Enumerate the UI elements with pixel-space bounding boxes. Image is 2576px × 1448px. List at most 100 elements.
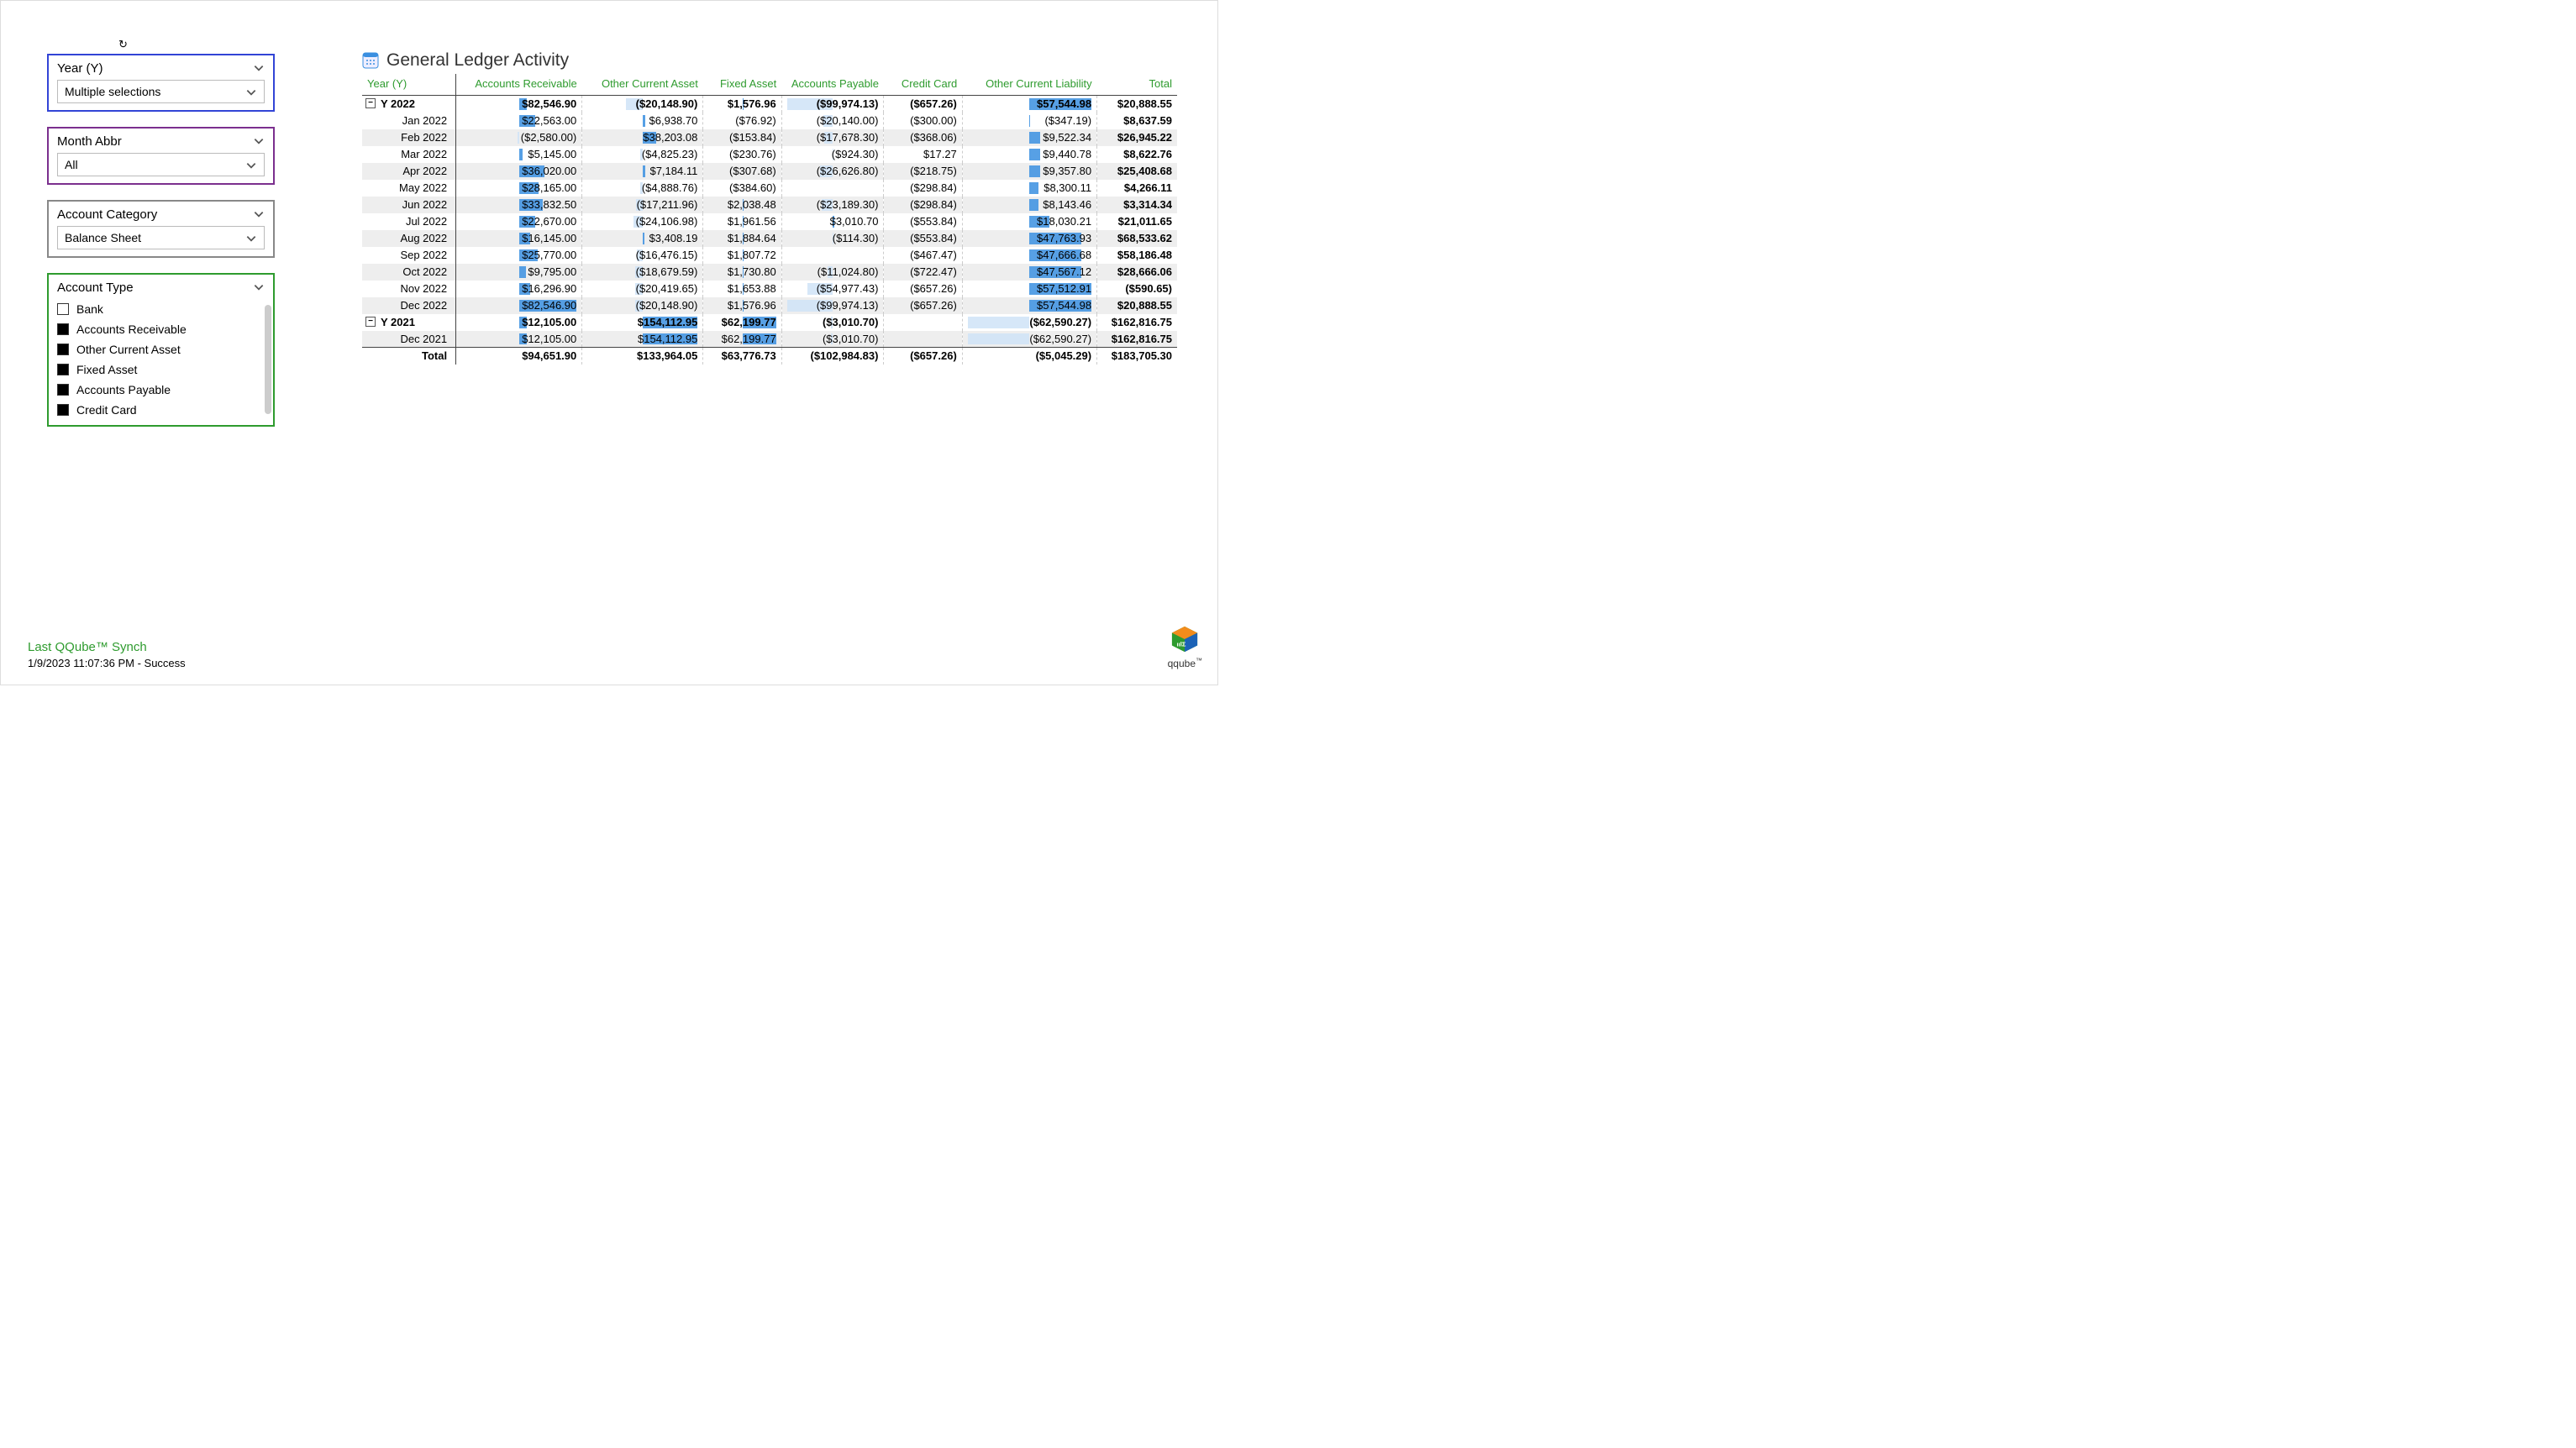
cell[interactable]: ($76.92) (703, 113, 781, 129)
cell[interactable]: ($153.84) (703, 129, 781, 146)
cell[interactable]: $154,112.95 (582, 314, 703, 331)
table-row[interactable]: Total$94,651.90$133,964.05$63,776.73($10… (362, 348, 1177, 365)
table-row[interactable]: Feb 2022($2,580.00)$38,203.08($153.84)($… (362, 129, 1177, 146)
cell[interactable]: ($23,189.30) (781, 197, 884, 213)
table-row[interactable]: Jun 2022$33,832.50($17,211.96)$2,038.48(… (362, 197, 1177, 213)
row-label[interactable]: Dec 2021 (362, 331, 456, 348)
expand-collapse-icon[interactable]: − (365, 317, 376, 327)
checkbox-checked-icon[interactable] (57, 344, 69, 355)
row-label[interactable]: Aug 2022 (362, 230, 456, 247)
cell[interactable] (884, 331, 962, 348)
cell[interactable]: $12,105.00 (456, 331, 582, 348)
cell[interactable]: ($4,888.76) (582, 180, 703, 197)
slicer-account-category[interactable]: Account Category Balance Sheet (47, 200, 275, 258)
row-label[interactable]: Jan 2022 (362, 113, 456, 129)
cell[interactable]: $5,145.00 (456, 146, 582, 163)
row-label[interactable]: Jun 2022 (362, 197, 456, 213)
table-row[interactable]: Oct 2022$9,795.00($18,679.59)$1,730.80($… (362, 264, 1177, 281)
cell[interactable]: $58,186.48 (1097, 247, 1177, 264)
cell[interactable]: $9,522.34 (962, 129, 1096, 146)
cell[interactable]: $162,816.75 (1097, 314, 1177, 331)
cell[interactable]: ($298.84) (884, 180, 962, 197)
cell[interactable]: ($16,476.15) (582, 247, 703, 264)
cell[interactable]: $8,622.76 (1097, 146, 1177, 163)
table-row[interactable]: Dec 2021$12,105.00$154,112.95$62,199.77(… (362, 331, 1177, 348)
cell[interactable]: ($657.26) (884, 297, 962, 314)
cell[interactable] (781, 247, 884, 264)
cell[interactable]: $28,165.00 (456, 180, 582, 197)
cell[interactable]: $47,666.68 (962, 247, 1096, 264)
cell[interactable]: ($3,010.70) (781, 331, 884, 348)
cell[interactable]: ($54,977.43) (781, 281, 884, 297)
cell[interactable]: $1,807.72 (703, 247, 781, 264)
cell[interactable]: $17.27 (884, 146, 962, 163)
cell[interactable]: $162,816.75 (1097, 331, 1177, 348)
cell[interactable]: $82,546.90 (456, 297, 582, 314)
cell[interactable]: $62,199.77 (703, 314, 781, 331)
cell[interactable]: $2,038.48 (703, 197, 781, 213)
cell[interactable]: ($2,580.00) (456, 129, 582, 146)
cell[interactable]: ($300.00) (884, 113, 962, 129)
cell[interactable]: ($657.26) (884, 96, 962, 113)
cell[interactable]: ($553.84) (884, 230, 962, 247)
cell[interactable]: $9,795.00 (456, 264, 582, 281)
slicer-cat-select[interactable]: Balance Sheet (57, 226, 265, 249)
cell[interactable]: ($657.26) (884, 348, 962, 365)
cell[interactable]: $62,199.77 (703, 331, 781, 348)
cell[interactable]: ($20,148.90) (582, 96, 703, 113)
checklist-item[interactable]: Fixed Asset (57, 359, 265, 380)
row-label[interactable]: Sep 2022 (362, 247, 456, 264)
cell[interactable]: $18,030.21 (962, 213, 1096, 230)
table-row[interactable]: Jan 2022$22,563.00$6,938.70($76.92)($20,… (362, 113, 1177, 129)
table-row[interactable]: −Y 2022$82,546.90($20,148.90)$1,576.96($… (362, 96, 1177, 113)
cell[interactable]: $28,666.06 (1097, 264, 1177, 281)
row-label[interactable]: Feb 2022 (362, 129, 456, 146)
cell[interactable]: $1,576.96 (703, 297, 781, 314)
cell[interactable]: ($553.84) (884, 213, 962, 230)
table-row[interactable]: Mar 2022$5,145.00($4,825.23)($230.76)($9… (362, 146, 1177, 163)
column-header[interactable]: Accounts Payable (781, 74, 884, 96)
cell[interactable]: $6,938.70 (582, 113, 703, 129)
cell[interactable] (781, 180, 884, 197)
cell[interactable]: $1,730.80 (703, 264, 781, 281)
cell[interactable]: ($17,211.96) (582, 197, 703, 213)
cell[interactable]: ($24,106.98) (582, 213, 703, 230)
row-label[interactable]: Nov 2022 (362, 281, 456, 297)
cell[interactable]: ($17,678.30) (781, 129, 884, 146)
matrix-table[interactable]: Year (Y)Accounts ReceivableOther Current… (362, 74, 1177, 365)
column-header[interactable]: Credit Card (884, 74, 962, 96)
cell[interactable]: $12,105.00 (456, 314, 582, 331)
cell[interactable]: ($368.06) (884, 129, 962, 146)
slicer-month[interactable]: Month Abbr All (47, 127, 275, 185)
cell[interactable]: $57,512.91 (962, 281, 1096, 297)
cell[interactable]: ($11,024.80) (781, 264, 884, 281)
checkbox-checked-icon[interactable] (57, 404, 69, 416)
row-label[interactable]: May 2022 (362, 180, 456, 197)
checklist-item[interactable]: Credit Card (57, 400, 265, 420)
cell[interactable]: ($20,140.00) (781, 113, 884, 129)
cell[interactable]: $1,961.56 (703, 213, 781, 230)
checklist-item[interactable]: Other Current Asset (57, 339, 265, 359)
cell[interactable]: $63,776.73 (703, 348, 781, 365)
cell[interactable]: $26,945.22 (1097, 129, 1177, 146)
cell[interactable]: $1,576.96 (703, 96, 781, 113)
chevron-down-icon[interactable] (253, 62, 265, 74)
cell[interactable]: ($20,148.90) (582, 297, 703, 314)
cell[interactable]: ($307.68) (703, 163, 781, 180)
cell[interactable]: ($18,679.59) (582, 264, 703, 281)
cell[interactable]: ($62,590.27) (962, 314, 1096, 331)
column-header[interactable]: Accounts Receivable (456, 74, 582, 96)
cell[interactable]: $8,300.11 (962, 180, 1096, 197)
cell[interactable]: $9,357.80 (962, 163, 1096, 180)
checkbox-icon[interactable] (57, 303, 69, 315)
cell[interactable]: $22,563.00 (456, 113, 582, 129)
cell[interactable]: $25,770.00 (456, 247, 582, 264)
cell[interactable]: $57,544.98 (962, 297, 1096, 314)
cell[interactable]: $3,010.70 (781, 213, 884, 230)
cell[interactable]: ($102,984.83) (781, 348, 884, 365)
cell[interactable]: $25,408.68 (1097, 163, 1177, 180)
cell[interactable]: ($298.84) (884, 197, 962, 213)
cell[interactable]: $9,440.78 (962, 146, 1096, 163)
cell[interactable]: ($4,825.23) (582, 146, 703, 163)
cell[interactable]: $8,143.46 (962, 197, 1096, 213)
